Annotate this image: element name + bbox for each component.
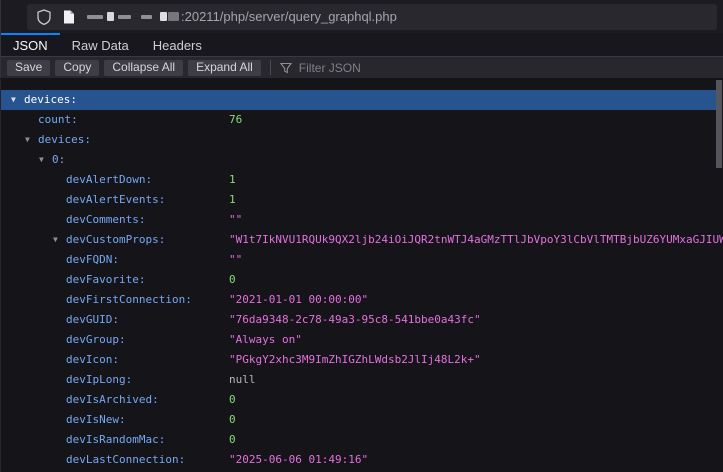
filter-funnel-icon (280, 62, 292, 74)
json-key: count (38, 113, 78, 126)
json-tree-row[interactable]: ▼devices (1, 130, 717, 150)
jsonviewer-tabstrip: JSON Raw Data Headers (0, 33, 723, 57)
copy-button[interactable]: Copy (55, 60, 99, 76)
json-value (229, 250, 242, 270)
indent-spacer (1, 162, 39, 163)
json-value: 2025-06-06 01:49:16 (229, 450, 368, 470)
json-tree-row[interactable]: devIsRandomMac 0 (1, 430, 717, 450)
indent-spacer (1, 182, 53, 183)
json-key: devIsArchived (66, 393, 159, 406)
json-tree-row[interactable]: devAlertEvents 1 (1, 190, 717, 210)
json-key: devGroup (66, 333, 126, 346)
expander-triangle-icon[interactable]: ▼ (11, 90, 24, 110)
indent-spacer (1, 462, 53, 463)
json-value: 76 (229, 110, 242, 130)
json-value: 0 (229, 390, 236, 410)
json-tree-row[interactable]: devIcon PGkgY2xhc3M9ImZhIGZhLWdsb2JlIj48L… (1, 350, 717, 370)
filter-json-input[interactable]: Filter JSON (280, 61, 361, 75)
indent-spacer (1, 422, 53, 423)
indent-spacer (1, 122, 25, 123)
json-key: devices (24, 93, 77, 106)
tab-json[interactable]: JSON (1, 33, 60, 56)
json-value: 2021-01-01 00:00:00 (229, 290, 368, 310)
shield-icon[interactable] (37, 9, 51, 25)
json-value (229, 210, 242, 230)
json-key: devComments (66, 213, 145, 226)
json-key: devCustomProps (66, 233, 165, 246)
json-key: devAlertDown (66, 173, 152, 186)
indent-spacer (1, 282, 53, 283)
json-value: 76da9348-2c78-49a3-95c8-541bbe0a43fc (229, 310, 481, 330)
json-key: devIpLong (66, 373, 132, 386)
json-tree: ▼devicescount76▼devices▼0devAlertDown1de… (0, 79, 723, 472)
save-button[interactable]: Save (7, 60, 50, 76)
page-icon[interactable] (63, 10, 75, 24)
json-tree-row[interactable]: ▼devCustomPropsW1t7IkNVU1RQUk9QX2ljb24iO… (1, 230, 717, 250)
indent-spacer (1, 242, 53, 243)
json-tree-row[interactable]: devComments (1, 210, 717, 230)
tab-raw-data[interactable]: Raw Data (60, 33, 141, 56)
indent-spacer (1, 362, 53, 363)
toolbar-separator (270, 60, 271, 75)
indent-spacer (1, 302, 53, 303)
indent-spacer (1, 442, 53, 443)
url-bar[interactable]: :20211/php/server/query_graphql.php (27, 4, 717, 30)
json-tree-row[interactable]: devLastConnection 2025-06-06 01:49:16 (1, 450, 717, 470)
json-key: devIsNew (66, 413, 126, 426)
json-key: devAlertEvents (66, 193, 165, 206)
json-value: W1t7IkNVU1RQUk9QX2ljb24iOiJQR2tnWTJ4aGMz… (229, 230, 723, 250)
indent-spacer (1, 142, 25, 143)
vertical-scrollbar-thumb[interactable] (716, 80, 722, 168)
json-key: devIsRandomMac (66, 433, 165, 446)
json-key: devLastConnection (66, 453, 185, 466)
json-tree-row[interactable]: count 76 (1, 110, 717, 130)
json-tree-row[interactable]: devFirstConnection 2021-01-01 00:00:00 (1, 290, 717, 310)
indent-spacer (1, 102, 11, 103)
indent-spacer (1, 202, 53, 203)
indent-spacer (1, 402, 53, 403)
json-tree-row[interactable]: ▼devices (1, 90, 717, 110)
json-value: 1 (229, 170, 236, 190)
indent-spacer (1, 342, 53, 343)
browser-toolbar: :20211/php/server/query_graphql.php (0, 0, 723, 33)
json-key: 0 (52, 153, 65, 166)
indent-spacer (1, 382, 53, 383)
expander-triangle-icon[interactable]: ▼ (25, 130, 38, 150)
expand-all-button[interactable]: Expand All (188, 60, 261, 76)
json-value: null (229, 370, 256, 390)
indent-spacer (1, 262, 53, 263)
json-tree-row[interactable]: devAlertDown 1 (1, 170, 717, 190)
url-text: :20211/php/server/query_graphql.php (181, 9, 397, 24)
json-value: Always on (229, 330, 302, 350)
json-tree-row[interactable]: devIsNew 0 (1, 410, 717, 430)
jsonviewer-toolbar: Save Copy Collapse All Expand All Filter… (0, 57, 723, 78)
json-tree-row[interactable]: devIpLong null (1, 370, 717, 390)
json-tree-row[interactable]: devFQDN (1, 250, 717, 270)
json-key: devices (38, 133, 91, 146)
json-key: devFirstConnection (66, 293, 192, 306)
json-key: devIcon (66, 353, 119, 366)
json-tree-row[interactable]: devGroup Always on (1, 330, 717, 350)
json-value: 0 (229, 430, 236, 450)
json-tree-row[interactable]: devGUID 76da9348-2c78-49a3-95c8-541bbe0a4… (1, 310, 717, 330)
indent-spacer (1, 222, 53, 223)
indent-spacer (1, 322, 53, 323)
json-value: 1 (229, 190, 236, 210)
filter-placeholder: Filter JSON (299, 61, 361, 75)
expander-triangle-icon[interactable]: ▼ (53, 230, 66, 250)
json-key: devFQDN (66, 253, 119, 266)
json-key: devFavorite (66, 273, 145, 286)
collapse-all-button[interactable]: Collapse All (104, 60, 183, 76)
json-value: 0 (229, 270, 236, 290)
json-value: 0 (229, 410, 236, 430)
json-value: PGkgY2xhc3M9ImZhIGZhLWdsb2JlIj48L2k+ (229, 350, 481, 370)
expander-triangle-icon[interactable]: ▼ (39, 150, 52, 170)
json-tree-row[interactable]: ▼0 (1, 150, 717, 170)
json-tree-row[interactable]: devFavorite 0 (1, 270, 717, 290)
tab-headers[interactable]: Headers (141, 33, 214, 56)
redacted-host (87, 12, 179, 21)
json-tree-row[interactable]: devIsArchived 0 (1, 390, 717, 410)
json-key: devGUID (66, 313, 119, 326)
